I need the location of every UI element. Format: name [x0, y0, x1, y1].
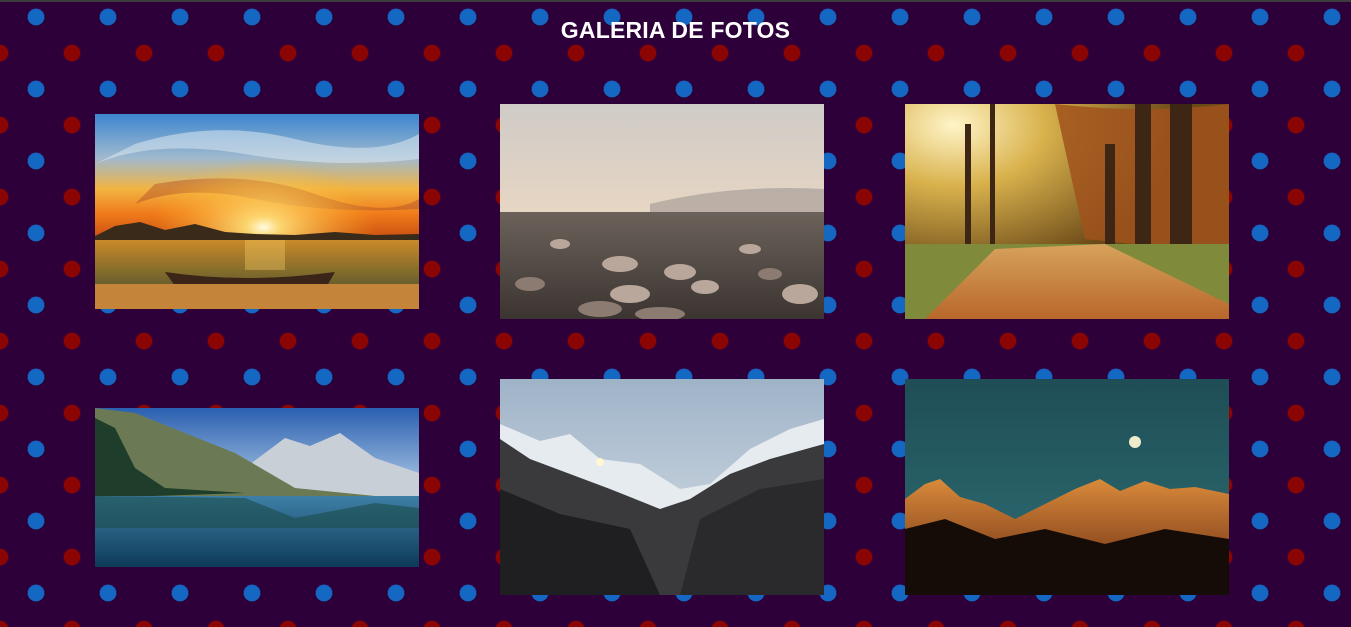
photo-sunset-boat[interactable] [95, 114, 419, 309]
moon-mountains-image [905, 379, 1229, 595]
sunset-boat-image [95, 114, 419, 309]
snowy-valley-image [500, 379, 824, 595]
top-border [0, 0, 1351, 2]
photo-moon-mountains[interactable] [905, 379, 1229, 595]
photo-autumn-path[interactable] [905, 104, 1229, 319]
mountain-lake-image [95, 408, 419, 567]
page-title: GALERIA DE FOTOS [560, 17, 791, 43]
pebbles-image [500, 104, 824, 319]
autumn-path-image [905, 104, 1229, 319]
photo-snowy-valley[interactable] [500, 379, 824, 595]
photo-pebbles[interactable] [500, 104, 824, 319]
photo-mountain-lake[interactable] [95, 408, 419, 567]
